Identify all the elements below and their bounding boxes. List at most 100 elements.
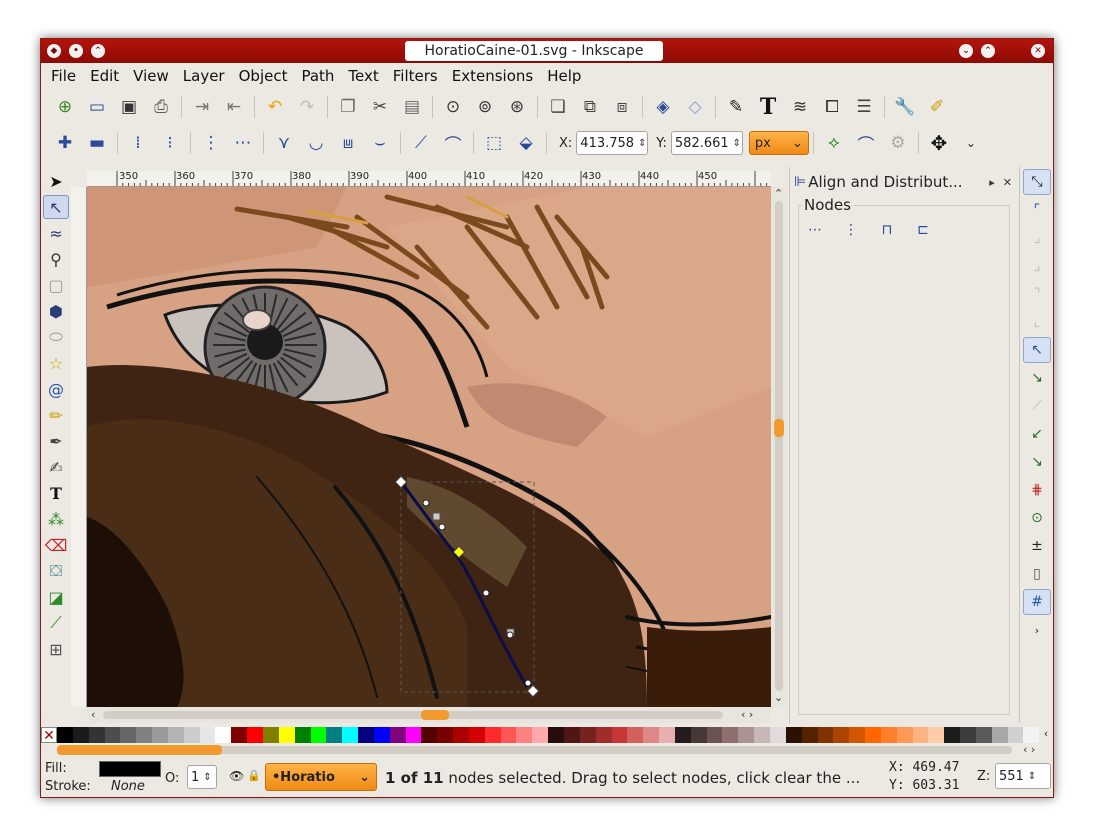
object-to-path-icon[interactable]: ⬚ (481, 130, 507, 156)
symmetric-node-icon[interactable]: ⩏ (335, 130, 361, 156)
layer-visibility-icon[interactable]: 👁 (229, 769, 244, 783)
color-swatch[interactable] (310, 727, 327, 743)
pen-tool-icon[interactable]: ✒ (43, 429, 69, 453)
iconify-panel-icon[interactable]: ▸ (989, 176, 995, 189)
color-swatch[interactable] (785, 727, 802, 743)
menu-file[interactable]: File (51, 67, 76, 85)
node-handle[interactable] (524, 679, 532, 687)
undo-icon[interactable]: ↶ (262, 94, 288, 120)
color-swatch[interactable] (516, 727, 533, 743)
duplicate-icon[interactable]: ❏ (545, 94, 571, 120)
unit-select[interactable]: px ⌄ (748, 131, 809, 155)
color-swatch[interactable] (373, 727, 390, 743)
color-swatch[interactable] (1023, 727, 1040, 743)
pencil-tool-icon[interactable]: ✏ (43, 403, 69, 427)
snap-enable-icon[interactable]: ⤡ (1023, 169, 1051, 195)
layers-icon[interactable]: ≋ (787, 94, 813, 120)
insert-node-icon[interactable]: ✚ (52, 130, 78, 156)
color-swatch[interactable] (294, 727, 311, 743)
close-button[interactable]: ✕ (1031, 44, 1045, 58)
snap-grids-icon[interactable]: # (1023, 589, 1051, 615)
top-ruler[interactable]: 350 360 370 380 390 400 410 420 430 440 … (87, 171, 771, 187)
join-segment-icon[interactable]: ⋮ (198, 130, 224, 156)
snap-bbox-centers-icon[interactable]: ⌞ (1023, 309, 1051, 335)
color-swatch[interactable] (991, 727, 1008, 743)
show-transform-handles-icon[interactable]: ✥ (926, 130, 952, 156)
distribute-nodes-vertical-icon[interactable]: ⊏ (910, 219, 936, 241)
spin-arrows-icon[interactable]: ⇕ (638, 138, 646, 149)
menu-path[interactable]: Path (301, 67, 334, 85)
color-swatch[interactable] (833, 727, 850, 743)
color-swatch[interactable] (389, 727, 406, 743)
maximize-button[interactable]: ⌃ (981, 44, 995, 58)
snap-bbox-corners-icon[interactable]: ⌟ (1023, 253, 1051, 279)
color-swatch[interactable] (453, 727, 469, 743)
color-swatch[interactable] (215, 727, 232, 743)
snap-bbox-icon[interactable]: ⌜ (1023, 197, 1051, 223)
color-swatch[interactable] (912, 727, 929, 743)
no-paint-swatch[interactable]: ✕ (41, 727, 57, 744)
vertical-scrollbar[interactable]: ⌃ ⌄ (771, 187, 787, 707)
color-swatch[interactable] (88, 727, 105, 743)
color-swatch[interactable] (247, 727, 263, 743)
node-tool-icon[interactable]: ↖ (43, 195, 69, 219)
distribute-nodes-horizontal-icon[interactable]: ⊓ (874, 219, 900, 241)
scroll-track[interactable] (775, 201, 783, 691)
color-swatch[interactable] (690, 727, 707, 743)
align-nodes-vertical-icon[interactable]: ⋮ (838, 219, 864, 241)
palette-menu-icon[interactable]: ‹ (1039, 727, 1053, 743)
color-swatch[interactable] (484, 727, 501, 743)
break-path-icon[interactable]: ⁝ (157, 130, 183, 156)
color-swatch[interactable] (928, 727, 945, 743)
delete-segment-icon[interactable]: ⋯ (230, 130, 256, 156)
color-swatch[interactable] (136, 727, 153, 743)
color-swatch[interactable] (1007, 727, 1024, 743)
stroke-indicator[interactable]: None (111, 779, 145, 794)
scroll-left-icon[interactable]: ‹ (91, 708, 95, 721)
spray-tool-icon[interactable]: ⁂ (43, 507, 69, 531)
zoom-spinbox[interactable]: 551 ⇕ (995, 763, 1051, 789)
import-icon[interactable]: ⇥ (189, 94, 215, 120)
segment-line-icon[interactable]: ⟋ (408, 130, 434, 156)
snap-page-border-icon[interactable]: ▯ (1023, 561, 1051, 587)
snap-object-centers-icon[interactable]: ⊙ (1023, 505, 1051, 531)
color-swatch[interactable] (738, 727, 755, 743)
color-swatch[interactable] (674, 727, 691, 743)
print-icon[interactable]: ⎙ (148, 94, 174, 120)
color-swatch[interactable] (72, 727, 89, 743)
selector-tool-icon[interactable]: ➤ (43, 169, 69, 193)
snap-rotation-centers-icon[interactable]: ± (1023, 533, 1051, 559)
window-menu-icon[interactable]: ◆ (47, 44, 61, 58)
edit-mask-icon[interactable]: ⌒ (853, 130, 879, 156)
3d-box-tool-icon[interactable]: ⬢ (43, 299, 69, 323)
current-layer-select[interactable]: •Horatio ⌄ (265, 763, 377, 791)
color-swatch[interactable] (342, 727, 359, 743)
new-document-icon[interactable]: ⊕ (52, 94, 78, 120)
overflow-chevron-icon[interactable]: ⌄ (958, 130, 984, 156)
group-icon[interactable]: ◈ (650, 94, 676, 120)
drawing-canvas[interactable] (87, 187, 771, 707)
scroll-track[interactable] (103, 711, 723, 719)
eraser-tool-icon[interactable]: ⌫ (43, 533, 69, 557)
xml-editor-icon[interactable]: ⧠ (819, 94, 845, 120)
spin-arrows-icon[interactable]: ⇕ (733, 138, 741, 149)
snap-bbox-edges-icon[interactable]: ⌟ (1023, 225, 1051, 251)
layer-lock-icon[interactable]: 🔒 (247, 769, 261, 782)
snap-overflow-icon[interactable]: › (1023, 617, 1051, 643)
smooth-node-icon[interactable]: ◡ (303, 130, 329, 156)
color-swatch[interactable] (548, 727, 564, 743)
node-handle[interactable] (506, 631, 514, 639)
snap-midpoints-icon[interactable]: ⋕ (1023, 477, 1051, 503)
horizontal-scrollbar[interactable]: ‹ ‹ › (87, 707, 771, 723)
open-icon[interactable]: ▭ (84, 94, 110, 120)
menu-extensions[interactable]: Extensions (452, 67, 533, 85)
clone-icon[interactable]: ⧉ (577, 94, 603, 120)
zoom-page-icon[interactable]: ⊛ (504, 94, 530, 120)
color-swatch[interactable] (722, 727, 739, 743)
scroll-up-icon[interactable]: ⌃ (774, 187, 783, 200)
snap-cusp-nodes-icon[interactable]: ↙ (1023, 421, 1051, 447)
zoom-tool-icon[interactable]: ⚲ (43, 247, 69, 271)
snap-path-intersections-icon[interactable]: ⟋ (1023, 393, 1051, 419)
cut-icon[interactable]: ✂ (367, 94, 393, 120)
color-swatch[interactable] (57, 727, 73, 743)
